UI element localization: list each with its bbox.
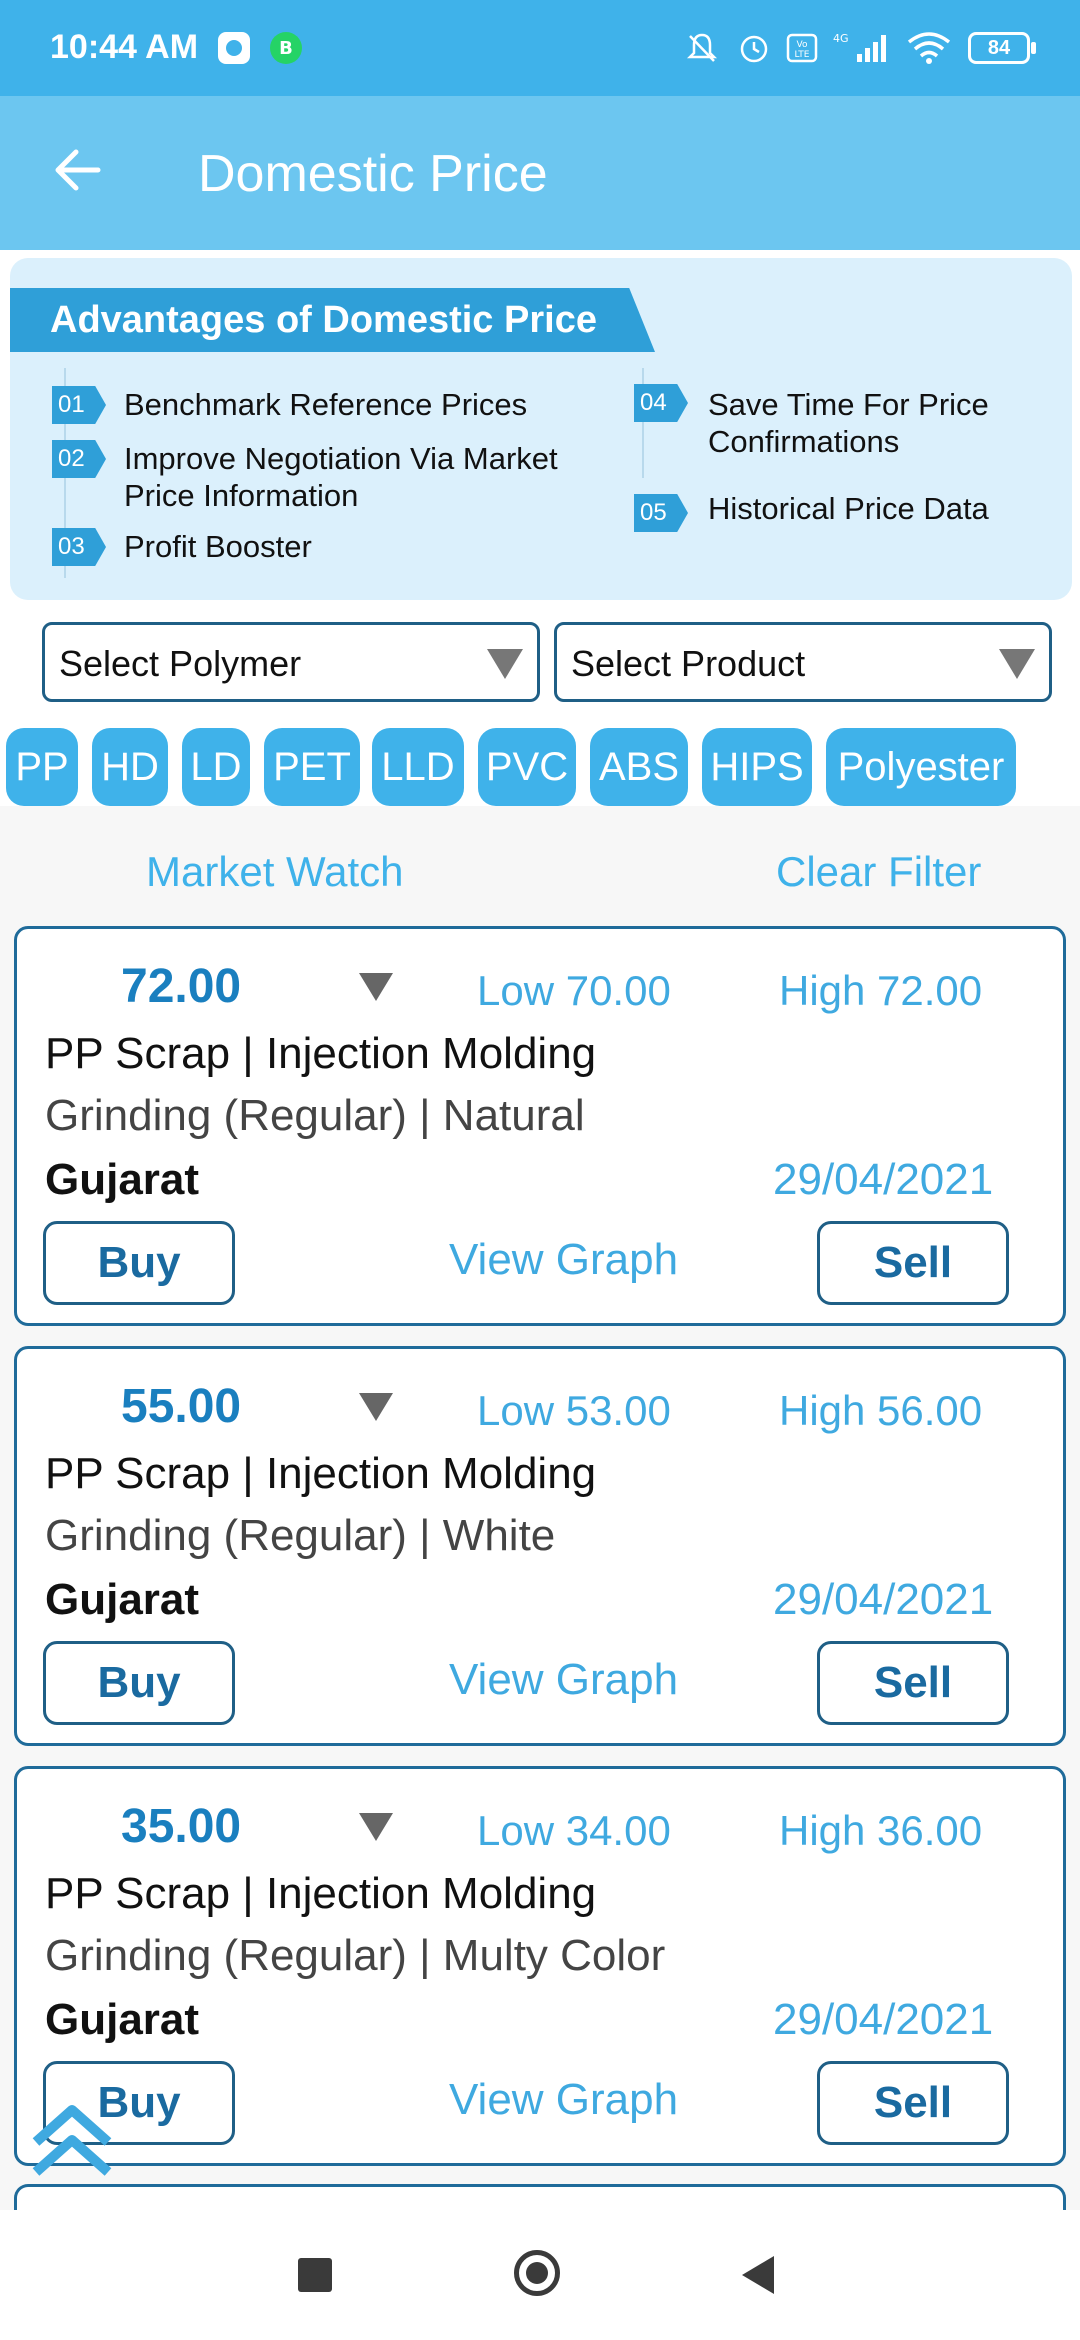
advantage-item: Profit Booster (124, 529, 312, 564)
advantage-number: 03 (52, 528, 106, 566)
advantage-item: Historical Price Data (708, 491, 989, 526)
advantage-item: Save Time For Price Confirmations (708, 387, 989, 459)
recents-icon[interactable] (298, 2258, 332, 2292)
price-date: 29/04/2021 (773, 1155, 994, 1204)
status-bar: 10:44 AM B Vo LTE 4G 84 (0, 0, 1080, 96)
price-card[interactable]: 55.00 Low 53.00 High 56.00 PP Scrap | In… (14, 1346, 1066, 1746)
status-time: 10:44 AM (50, 28, 199, 66)
volte-icon: Vo LTE (784, 28, 820, 68)
product-name: PP Scrap | Injection Molding (45, 1029, 597, 1078)
alarm-icon (736, 28, 772, 68)
view-graph-link[interactable]: View Graph (449, 1235, 678, 1285)
buy-button[interactable]: Buy (43, 1221, 235, 1305)
sell-button[interactable]: Sell (817, 2061, 1009, 2145)
down-trend-icon (359, 1393, 393, 1421)
location: Gujarat (45, 1575, 200, 1624)
advantage-number: 02 (52, 440, 106, 478)
chip-pvc[interactable]: PVC (478, 728, 576, 806)
polymer-select[interactable]: Select Polymer (42, 622, 540, 702)
price-date: 29/04/2021 (773, 1995, 994, 2044)
app-bar: Domestic Price (0, 96, 1080, 250)
buy-button[interactable]: Buy (43, 1641, 235, 1725)
polymer-select-label: Select Polymer (59, 643, 302, 684)
advantage-number: 04 (634, 384, 688, 422)
advantage-number: 05 (634, 494, 688, 532)
advantage-item: Improve Negotiation Via Market Price Inf… (124, 441, 558, 513)
svg-text:LTE: LTE (795, 50, 810, 60)
low-price: Low 70.00 (477, 967, 671, 1014)
advantages-title: Advantages of Domestic Price (10, 288, 655, 352)
high-price: High 72.00 (779, 967, 983, 1014)
wifi-icon (904, 28, 954, 68)
whatsapp-business-icon: B (266, 28, 306, 68)
product-grade: Grinding (Regular) | Natural (45, 1091, 585, 1140)
product-select[interactable]: Select Product (554, 622, 1052, 702)
scroll-to-top-icon[interactable] (22, 2090, 122, 2190)
high-price: High 56.00 (779, 1387, 983, 1434)
svg-text:B: B (279, 38, 293, 59)
price-value: 55.00 (121, 1380, 242, 1433)
clear-filter-link[interactable]: Clear Filter (776, 848, 981, 896)
product-grade: Grinding (Regular) | Multy Color (45, 1931, 666, 1980)
product-grade: Grinding (Regular) | White (45, 1511, 556, 1560)
dropdown-caret-icon (999, 649, 1035, 679)
signal-icon: 4G (830, 28, 890, 68)
advantage-number: 01 (52, 386, 106, 424)
network-label: 4G (833, 32, 849, 45)
down-trend-icon (359, 1813, 393, 1841)
low-price: Low 34.00 (477, 1807, 671, 1854)
chip-lld[interactable]: LLD (372, 728, 464, 806)
view-graph-link[interactable]: View Graph (449, 1655, 678, 1705)
system-back-icon[interactable] (742, 2256, 774, 2294)
price-value: 72.00 (121, 960, 242, 1013)
location: Gujarat (45, 1155, 200, 1204)
advantage-item: Benchmark Reference Prices (124, 387, 528, 422)
view-graph-link[interactable]: View Graph (449, 2075, 678, 2125)
price-value: 35.00 (121, 1800, 242, 1853)
location: Gujarat (45, 1995, 200, 2044)
svg-text:Vo: Vo (797, 40, 808, 50)
market-watch-link[interactable]: Market Watch (146, 848, 404, 896)
chip-polyester[interactable]: Polyester (826, 728, 1016, 806)
back-arrow-icon[interactable] (48, 140, 108, 200)
price-card[interactable]: 35.00 Low 34.00 High 36.00 PP Scrap | In… (14, 1766, 1066, 2166)
sell-button[interactable]: Sell (817, 1221, 1009, 1305)
advantages-panel: Advantages of Domestic Price 01 Benchmar… (10, 258, 1072, 600)
chip-hips[interactable]: HIPS (702, 728, 812, 806)
mute-bell-icon (684, 28, 720, 68)
page-title: Domestic Price (198, 145, 548, 203)
product-name: PP Scrap | Injection Molding (45, 1869, 597, 1918)
battery-icon: 84 (968, 32, 1036, 64)
app-notification-icon (214, 28, 254, 68)
chip-hd[interactable]: HD (92, 728, 168, 806)
high-price: High 36.00 (779, 1807, 983, 1854)
product-name: PP Scrap | Injection Molding (45, 1449, 597, 1498)
home-icon[interactable] (514, 2250, 560, 2296)
chip-abs[interactable]: ABS (590, 728, 688, 806)
down-trend-icon (359, 973, 393, 1001)
chip-pet[interactable]: PET (264, 728, 360, 806)
sell-button[interactable]: Sell (817, 1641, 1009, 1725)
chip-pp[interactable]: PP (6, 728, 78, 806)
price-card[interactable]: 72.00 Low 70.00 High 72.00 PP Scrap | In… (14, 926, 1066, 1326)
price-date: 29/04/2021 (773, 1575, 994, 1624)
product-select-label: Select Product (571, 643, 806, 684)
low-price: Low 53.00 (477, 1387, 671, 1434)
chip-ld[interactable]: LD (182, 728, 250, 806)
dropdown-caret-icon (487, 649, 523, 679)
